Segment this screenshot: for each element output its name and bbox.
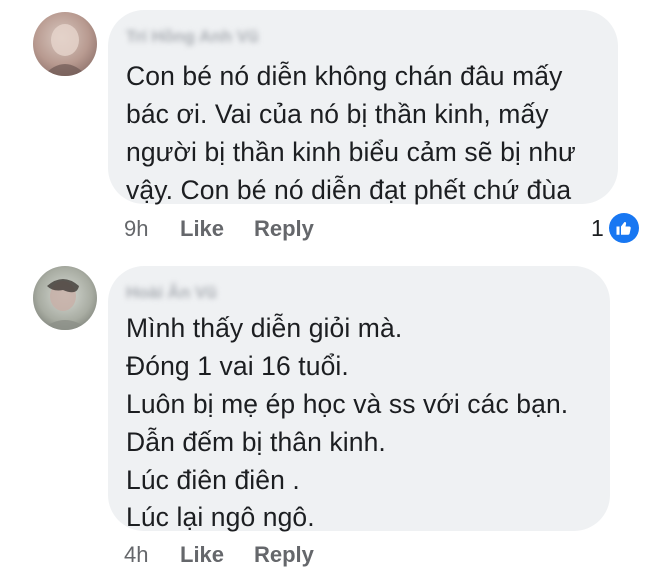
comment-bubble: Hoài Ân Vũ Mình thấy diễn giỏi mà. Đóng … (108, 266, 610, 532)
reply-button[interactable]: Reply (254, 542, 314, 568)
comment-text-line: Mình thấy diễn giỏi mà. (126, 313, 403, 343)
comment-text-line: Con bé nó diễn không chán đâu mấy (126, 61, 563, 91)
comment-text-line: vậy. Con bé nó diễn đạt phết chứ đùa (126, 175, 572, 205)
comment-text-line: Luôn bị mẹ ép học và ss với các bạn. (126, 389, 569, 419)
avatar[interactable] (33, 12, 97, 76)
reply-button[interactable]: Reply (254, 216, 314, 242)
like-button[interactable]: Like (180, 542, 224, 568)
comment-text-line: Dẫn đếm bị thân kinh. (126, 427, 386, 457)
comment-text-line: bác ơi. Vai của nó bị thần kinh, mấy (126, 99, 549, 129)
like-button[interactable]: Like (180, 216, 224, 242)
comment-author[interactable]: Hoài Ân Vũ (126, 283, 217, 303)
comment-text-line: Lúc lại ngô ngô. (126, 502, 315, 532)
avatar[interactable] (33, 266, 97, 330)
comment-text-line: người bị thần kinh biểu cảm sẽ bị như (126, 137, 576, 167)
thumbs-up-icon[interactable] (609, 213, 639, 243)
comment-text-line: Lúc điên điên . (126, 465, 300, 495)
reaction-count[interactable]: 1 (591, 215, 604, 242)
comment-timestamp[interactable]: 9h (124, 216, 148, 242)
comment-author[interactable]: Trí Hồng Anh Vũ (126, 27, 259, 47)
comment-timestamp[interactable]: 4h (124, 542, 148, 568)
comment-bubble: Trí Hồng Anh Vũ Con bé nó diễn không chá… (108, 10, 618, 205)
comment-text-line: Đóng 1 vai 16 tuổi. (126, 351, 349, 381)
